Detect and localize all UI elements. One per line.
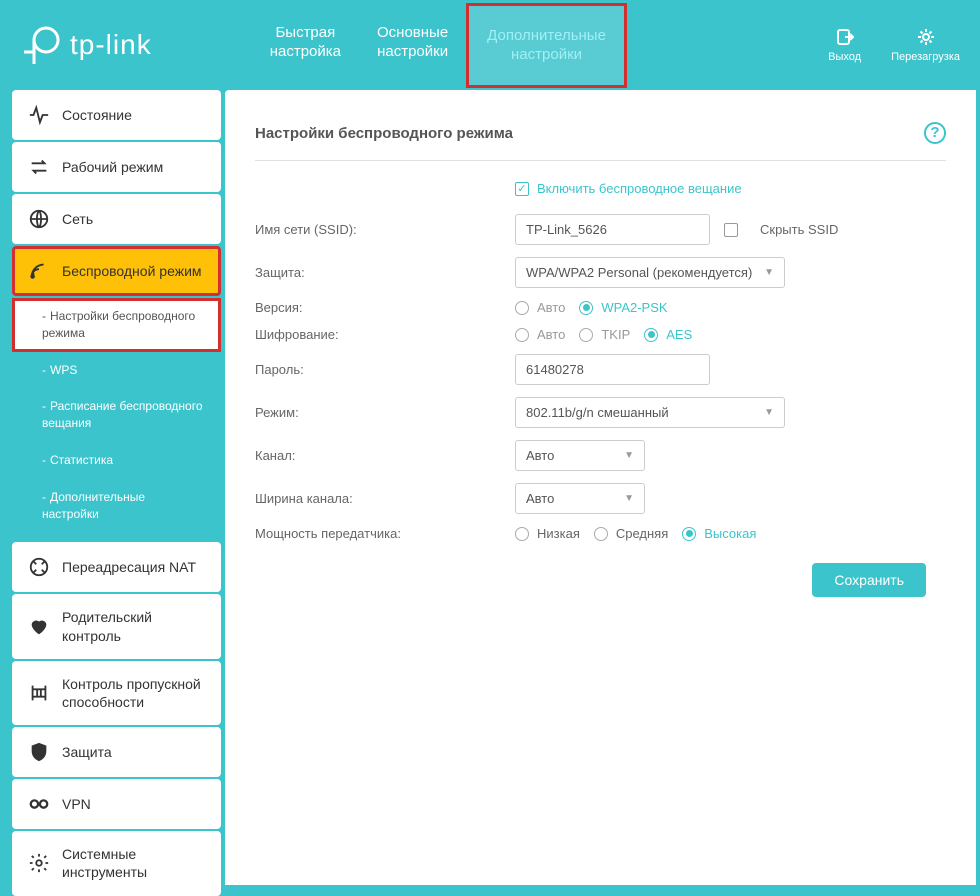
- power-label: Мощность передатчика:: [255, 526, 515, 541]
- sidebar-sub-wps[interactable]: -WPS: [12, 352, 221, 389]
- sidebar-sub-advanced[interactable]: -Дополнительные настройки: [12, 479, 221, 533]
- sidebar-item-label: Сеть: [62, 210, 93, 228]
- sidebar-item-label: Беспроводной режим: [62, 262, 202, 280]
- enc-tkip-radio[interactable]: [579, 328, 593, 342]
- tabs: Быстраянастройка Основныенастройки Допол…: [252, 3, 627, 88]
- ssid-input[interactable]: [515, 214, 710, 245]
- sidebar-item-security[interactable]: Защита: [12, 727, 221, 777]
- chevron-down-icon: ▼: [624, 450, 634, 461]
- nat-icon: [28, 556, 50, 578]
- tab-basic[interactable]: Основныенастройки: [359, 3, 466, 88]
- enc-auto-radio[interactable]: [515, 328, 529, 342]
- sidebar-item-wireless[interactable]: Беспроводной режим: [12, 246, 221, 296]
- enable-broadcast-label[interactable]: Включить беспроводное вещание: [537, 181, 742, 196]
- width-select[interactable]: Авто▼: [515, 483, 645, 514]
- sidebar: Состояние Рабочий режим Сеть Беспроводно…: [0, 90, 225, 885]
- header: tp-link Быстраянастройка Основныенастрой…: [0, 0, 980, 90]
- ssid-label: Имя сети (SSID):: [255, 222, 515, 237]
- sidebar-sub-schedule[interactable]: -Расписание беспроводного вещания: [12, 388, 221, 442]
- sidebar-item-label: Системные инструменты: [62, 845, 205, 881]
- logout-icon: [835, 27, 855, 47]
- shield-icon: [28, 741, 50, 763]
- sidebar-sub-stats[interactable]: -Статистика: [12, 442, 221, 479]
- globe-icon: [28, 208, 50, 230]
- content: Настройки беспроводного режима ? ✓ Включ…: [225, 90, 976, 885]
- page-title: Настройки беспроводного режима: [255, 125, 513, 142]
- version-auto-radio[interactable]: [515, 301, 529, 315]
- sidebar-sub-wireless-settings[interactable]: -Настройки беспроводного режима: [12, 298, 221, 352]
- security-label: Защита:: [255, 265, 515, 280]
- sidebar-item-mode[interactable]: Рабочий режим: [12, 142, 221, 192]
- sidebar-item-status[interactable]: Состояние: [12, 90, 221, 140]
- logo: tp-link: [20, 24, 152, 66]
- tab-quick-setup[interactable]: Быстраянастройка: [252, 3, 359, 88]
- sidebar-item-bandwidth[interactable]: Контроль пропускной способности: [12, 661, 221, 725]
- sidebar-item-nat[interactable]: Переадресация NAT: [12, 542, 221, 592]
- chevron-down-icon: ▼: [624, 493, 634, 504]
- sidebar-item-parental[interactable]: Родительский контроль: [12, 594, 221, 658]
- sidebar-item-label: Переадресация NAT: [62, 558, 196, 576]
- vpn-icon: [28, 793, 50, 815]
- sidebar-item-vpn[interactable]: VPN: [12, 779, 221, 829]
- sidebar-item-label: Состояние: [62, 106, 132, 124]
- sidebar-item-label: Рабочий режим: [62, 158, 163, 176]
- sidebar-item-label: Контроль пропускной способности: [62, 675, 205, 711]
- power-high-radio[interactable]: [682, 527, 696, 541]
- reboot-button[interactable]: Перезагрузка: [891, 27, 960, 63]
- main: Состояние Рабочий режим Сеть Беспроводно…: [0, 90, 980, 885]
- width-label: Ширина канала:: [255, 491, 515, 506]
- logout-button[interactable]: Выход: [828, 27, 861, 63]
- version-label: Версия:: [255, 300, 515, 315]
- enable-broadcast-checkbox[interactable]: ✓: [515, 182, 529, 196]
- content-header: Настройки беспроводного режима ?: [255, 122, 946, 161]
- cycle-icon: [28, 156, 50, 178]
- sidebar-item-label: VPN: [62, 795, 91, 813]
- activity-icon: [28, 104, 50, 126]
- sidebar-item-label: Родительский контроль: [62, 608, 205, 644]
- wifi-icon: [28, 260, 50, 282]
- tp-link-logo-icon: [20, 24, 62, 66]
- password-label: Пароль:: [255, 362, 515, 377]
- version-wpa2-radio[interactable]: [579, 301, 593, 315]
- security-select[interactable]: WPA/WPA2 Personal (рекомендуется)▼: [515, 257, 785, 288]
- power-med-radio[interactable]: [594, 527, 608, 541]
- sidebar-subitems: -Настройки беспроводного режима -WPS -Ра…: [0, 298, 225, 532]
- mode-select[interactable]: 802.11b/g/n смешанный▼: [515, 397, 785, 428]
- enc-aes-radio[interactable]: [644, 328, 658, 342]
- sidebar-item-label: Защита: [62, 743, 112, 761]
- sidebar-item-system[interactable]: Системные инструменты: [12, 831, 221, 895]
- power-low-radio[interactable]: [515, 527, 529, 541]
- header-actions: Выход Перезагрузка: [828, 27, 960, 63]
- hide-ssid-label[interactable]: Скрыть SSID: [760, 222, 838, 237]
- encryption-label: Шифрование:: [255, 327, 515, 342]
- enable-broadcast-row: ✓ Включить беспроводное вещание: [515, 181, 946, 196]
- help-icon[interactable]: ?: [924, 122, 946, 144]
- gear-icon: [28, 852, 50, 874]
- logo-text: tp-link: [70, 29, 152, 61]
- heart-icon: [28, 616, 50, 638]
- mode-label: Режим:: [255, 405, 515, 420]
- channel-label: Канал:: [255, 448, 515, 463]
- password-input[interactable]: [515, 354, 710, 385]
- hide-ssid-checkbox[interactable]: ✓: [724, 223, 738, 237]
- sidebar-item-network[interactable]: Сеть: [12, 194, 221, 244]
- save-button[interactable]: Сохранить: [812, 563, 926, 597]
- reboot-icon: [916, 27, 936, 47]
- tab-advanced[interactable]: Дополнительныенастройки: [466, 3, 627, 88]
- chevron-down-icon: ▼: [764, 267, 774, 278]
- chevron-down-icon: ▼: [764, 407, 774, 418]
- channel-select[interactable]: Авто▼: [515, 440, 645, 471]
- bandwidth-icon: [28, 682, 50, 704]
